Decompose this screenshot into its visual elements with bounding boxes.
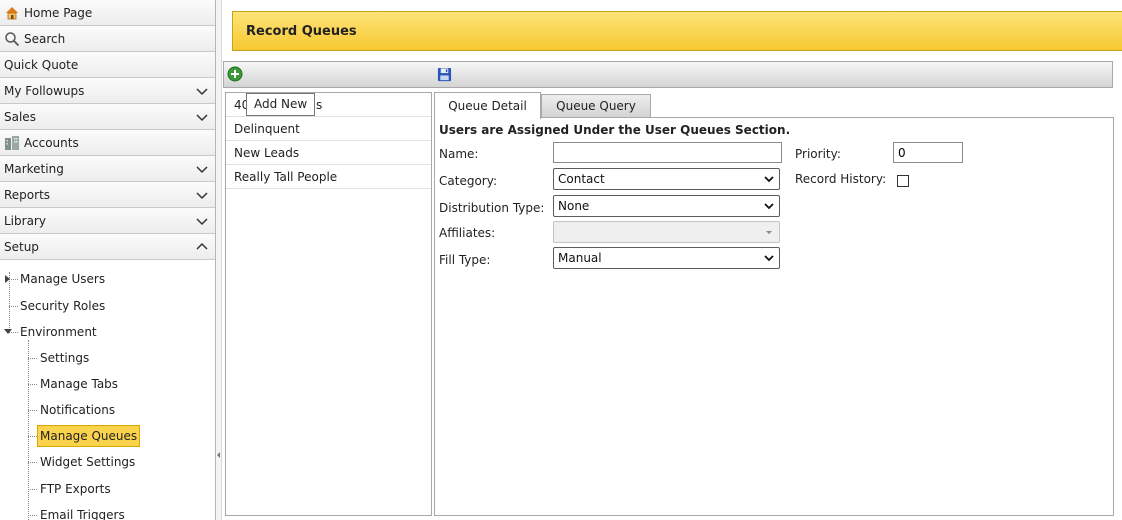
tree-node-email-triggers[interactable]: Email Triggers xyxy=(40,506,125,520)
category-label: Category: xyxy=(439,174,497,188)
collapse-sidebar-arrow-icon[interactable] xyxy=(217,452,220,458)
distribution-type-label: Distribution Type: xyxy=(439,201,545,215)
tab-queue-query[interactable]: Queue Query xyxy=(541,94,651,118)
record-history-checkbox[interactable] xyxy=(897,175,909,187)
nav-label: Marketing xyxy=(4,161,64,176)
tree-connector xyxy=(28,515,37,516)
tree-node-manage-queues[interactable]: Manage Queues xyxy=(37,425,141,447)
chevron-down-icon xyxy=(196,191,208,199)
tree-node-security-roles[interactable]: Security Roles xyxy=(20,297,105,315)
save-disk-icon xyxy=(437,67,452,82)
chevron-down-icon xyxy=(764,203,774,210)
list-item[interactable]: Delinquent xyxy=(226,117,431,141)
name-label: Name: xyxy=(439,147,479,161)
panel-heading: Users are Assigned Under the User Queues… xyxy=(439,123,791,137)
tree-node-widget-settings[interactable]: Widget Settings xyxy=(40,453,135,471)
nav-label: My Followups xyxy=(4,83,85,98)
nav-label: Setup xyxy=(4,239,39,254)
chevron-up-icon xyxy=(196,242,208,250)
tree-connector xyxy=(28,384,37,385)
caret-down-icon xyxy=(766,231,772,234)
nav-label: Search xyxy=(24,31,66,46)
accounts-icon xyxy=(4,135,20,151)
fill-type-label: Fill Type: xyxy=(439,253,491,267)
nav-label: Library xyxy=(4,213,46,228)
queue-toolbar xyxy=(223,61,1113,88)
record-history-label: Record History: xyxy=(795,172,887,186)
list-item[interactable]: New Leads xyxy=(226,141,431,165)
tree-node-settings[interactable]: Settings xyxy=(40,349,89,367)
tree-connector xyxy=(28,340,29,520)
list-item[interactable]: Really Tall People xyxy=(226,165,431,189)
tree-connector xyxy=(9,306,18,307)
tree-connector xyxy=(28,462,37,463)
tree-node-notifications[interactable]: Notifications xyxy=(40,401,115,419)
chevron-down-icon xyxy=(196,165,208,173)
nav-sales[interactable]: Sales xyxy=(0,104,215,130)
distribution-type-value: None xyxy=(558,199,590,213)
distribution-type-select[interactable]: None xyxy=(553,195,780,217)
nav-label: Reports xyxy=(4,187,51,202)
left-navigation-sidebar: Home Page Search Quick Quote My Followup… xyxy=(0,0,216,520)
expand-arrow-icon[interactable] xyxy=(5,275,10,283)
home-icon xyxy=(4,5,20,21)
priority-label: Priority: xyxy=(795,147,841,161)
queue-detail-panel: Users are Assigned Under the User Queues… xyxy=(434,117,1114,516)
category-value: Contact xyxy=(558,172,605,186)
nav-label: Accounts xyxy=(24,135,79,150)
add-circle-icon xyxy=(227,66,243,82)
fill-type-select[interactable]: Manual xyxy=(553,247,780,269)
priority-field[interactable] xyxy=(893,142,963,163)
tree-connector xyxy=(28,436,37,437)
name-field[interactable] xyxy=(553,142,782,163)
category-select[interactable]: Contact xyxy=(553,168,780,190)
sidebar-splitter[interactable] xyxy=(216,0,222,520)
affiliates-label: Affiliates: xyxy=(439,226,496,240)
nav-label: Sales xyxy=(4,109,36,124)
chevron-down-icon xyxy=(196,217,208,225)
affiliates-select[interactable] xyxy=(553,221,780,243)
nav-accounts[interactable]: Accounts xyxy=(0,130,215,156)
nav-home-page[interactable]: Home Page xyxy=(0,0,215,26)
page-title: Record Queues xyxy=(246,23,357,39)
chevron-down-icon xyxy=(196,113,208,121)
tab-queue-detail[interactable]: Queue Detail xyxy=(434,92,541,119)
nav-marketing[interactable]: Marketing xyxy=(0,156,215,182)
tree-connector xyxy=(28,410,37,411)
tree-node-environment[interactable]: Environment xyxy=(20,323,97,341)
chevron-down-icon xyxy=(764,176,774,183)
fill-type-value: Manual xyxy=(558,251,602,265)
tree-connector xyxy=(28,358,37,359)
nav-label: Home Page xyxy=(24,5,93,20)
chevron-down-icon xyxy=(764,255,774,262)
save-button[interactable] xyxy=(437,67,453,83)
nav-label: Quick Quote xyxy=(4,57,79,72)
queue-item-label-end: s xyxy=(316,98,323,112)
add-new-button[interactable] xyxy=(227,66,243,82)
add-new-tooltip: Add New xyxy=(246,93,316,116)
queue-list: 40 s Delinquent New Leads Really Tall Pe… xyxy=(225,92,432,516)
search-icon xyxy=(4,31,20,47)
collapse-arrow-icon[interactable] xyxy=(4,329,12,334)
tree-node-manage-tabs[interactable]: Manage Tabs xyxy=(40,375,118,393)
chevron-down-icon xyxy=(196,87,208,95)
nav-search[interactable]: Search xyxy=(0,26,215,52)
tree-connector xyxy=(9,279,18,280)
nav-my-followups[interactable]: My Followups xyxy=(0,78,215,104)
page-title-bar: Record Queues xyxy=(232,11,1122,51)
tree-node-ftp-exports[interactable]: FTP Exports xyxy=(40,480,111,498)
nav-quick-quote[interactable]: Quick Quote xyxy=(0,52,215,78)
tree-connector xyxy=(28,489,37,490)
nav-library[interactable]: Library xyxy=(0,208,215,234)
nav-setup[interactable]: Setup xyxy=(0,234,215,260)
tree-node-manage-users[interactable]: Manage Users xyxy=(20,270,105,288)
nav-reports[interactable]: Reports xyxy=(0,182,215,208)
